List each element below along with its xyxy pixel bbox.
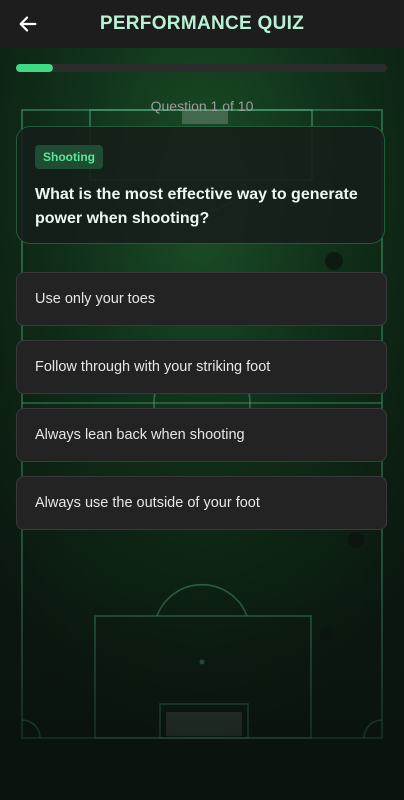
- answer-option-3[interactable]: Always lean back when shooting: [16, 408, 387, 462]
- question-card: Shooting What is the most effective way …: [16, 126, 385, 244]
- quiz-screen: PERFORMANCE QUIZ Question 1 of 10 Shooti…: [0, 0, 404, 800]
- question-text: What is the most effective way to genera…: [35, 186, 358, 227]
- question-counter: Question 1 of 10: [150, 98, 254, 114]
- answer-option-1[interactable]: Use only your toes: [16, 272, 387, 326]
- app-header: PERFORMANCE QUIZ: [0, 0, 404, 48]
- arrow-left-icon: [19, 16, 37, 32]
- answer-option-4[interactable]: Always use the outside of your foot: [16, 476, 387, 530]
- back-button[interactable]: [10, 6, 46, 42]
- quiz-progress-bar: [16, 64, 387, 72]
- answer-option-2[interactable]: Follow through with your striking foot: [16, 340, 387, 394]
- category-badge: Shooting: [35, 145, 103, 169]
- quiz-progress-fill: [16, 64, 54, 72]
- page-title: PERFORMANCE QUIZ: [99, 13, 305, 34]
